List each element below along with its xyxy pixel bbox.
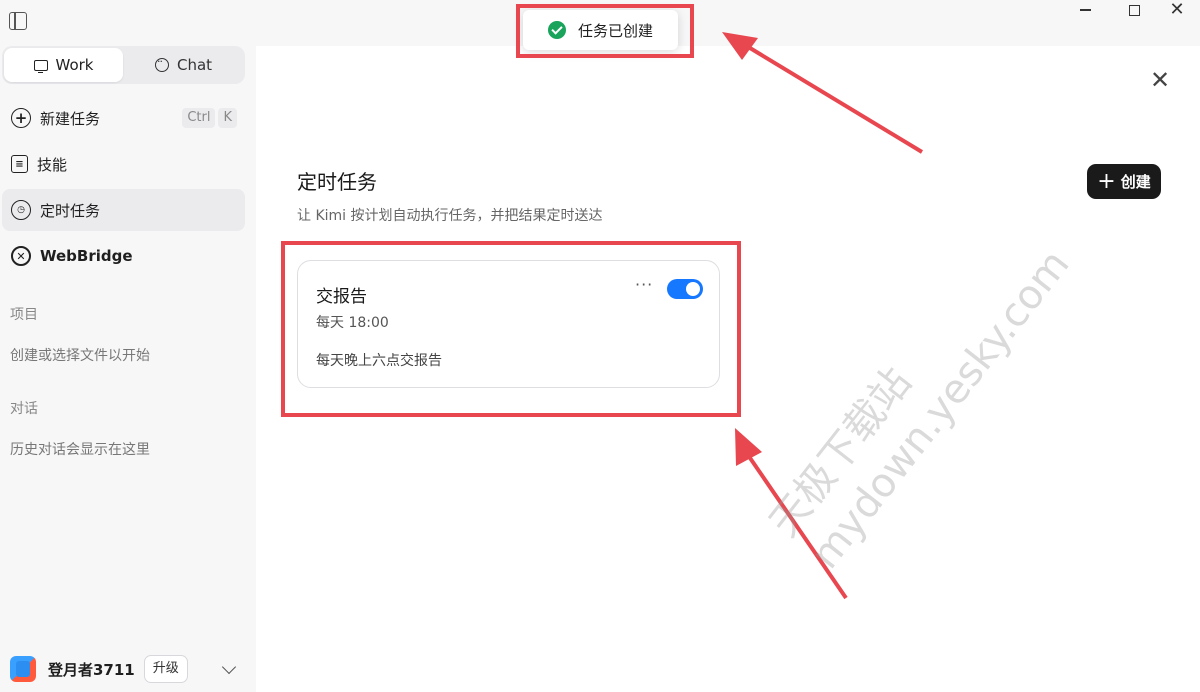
mode-chat-label: Chat — [176, 56, 213, 74]
projects-section-label: 项目 — [10, 307, 38, 323]
sidebar-item-skills[interactable]: ≡ 技能 — [2, 143, 245, 185]
chat-bubble-icon — [154, 55, 169, 72]
annotation-arrow-toast — [743, 43, 924, 154]
mode-switch: Work Chat — [2, 46, 245, 84]
shortcut-key-k: K — [218, 108, 237, 128]
sidebar-toggle-icon[interactable] — [9, 12, 27, 30]
watermark: 天极下载站 mydown.yesky.com — [759, 200, 1200, 692]
webbridge-icon: ✕ — [11, 246, 31, 266]
sidebar-item-webbridge[interactable]: ✕ WebBridge — [2, 235, 245, 277]
sidebar-item-label: 新建任务 — [40, 109, 101, 128]
page-title: 定时任务 — [297, 170, 377, 194]
create-task-button[interactable]: + 创建 — [1087, 164, 1161, 199]
annotation-arrowhead-card — [735, 428, 762, 466]
user-name: 登月者3711 — [48, 660, 135, 679]
mode-work-label: Work — [55, 56, 94, 74]
mode-work-button[interactable]: Work — [4, 48, 123, 82]
monitor-icon — [33, 59, 48, 74]
plus-icon: + — [1097, 168, 1116, 194]
alarm-clock-icon: ◷ — [11, 200, 31, 220]
plus-circle-icon: + — [11, 108, 31, 128]
user-bar[interactable]: 登月者3711 升级 — [10, 654, 246, 684]
shortcut-key-ctrl: Ctrl — [182, 108, 216, 128]
minimize-button[interactable] — [1062, 0, 1108, 20]
page-subtitle: 让 Kimi 按计划自动执行任务，并把结果定时送达 — [297, 208, 603, 224]
sidebar: Work Chat + 新建任务 Ctrl K ≡ 技能 ◷ 定时任务 ✕ We… — [0, 46, 256, 692]
skills-icon: ≡ — [11, 155, 28, 173]
chats-section-label: 对话 — [10, 401, 38, 417]
chevron-down-icon[interactable] — [221, 659, 237, 675]
annotation-box-task-card — [281, 241, 741, 417]
close-panel-button[interactable]: ✕ — [1150, 68, 1170, 92]
projects-empty-hint: 创建或选择文件以开始 — [10, 348, 150, 364]
sidebar-item-label: 定时任务 — [40, 201, 101, 220]
annotation-box-toast — [516, 4, 694, 58]
avatar[interactable] — [10, 656, 36, 682]
upgrade-button[interactable]: 升级 — [143, 655, 188, 683]
maximize-button[interactable] — [1111, 0, 1157, 20]
mode-chat-button[interactable]: Chat — [124, 48, 243, 82]
sidebar-item-scheduled-tasks[interactable]: ◷ 定时任务 — [2, 189, 245, 231]
chats-empty-hint: 历史对话会显示在这里 — [10, 442, 150, 458]
sidebar-item-new-task[interactable]: + 新建任务 Ctrl K — [2, 97, 245, 139]
sidebar-item-label: 技能 — [37, 155, 68, 174]
sidebar-item-label: WebBridge — [40, 247, 133, 265]
shortcut-hint: Ctrl K — [182, 108, 237, 128]
create-task-label: 创建 — [1120, 173, 1151, 191]
window-close-button[interactable]: ✕ — [1154, 0, 1200, 20]
